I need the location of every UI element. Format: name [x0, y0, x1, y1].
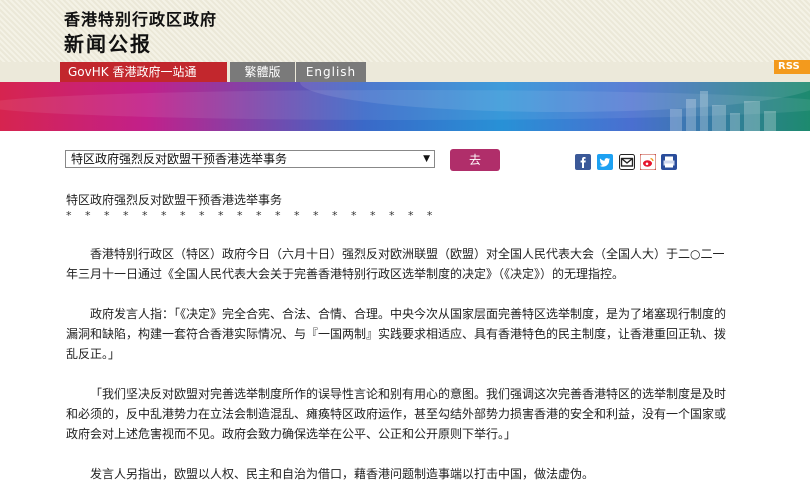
article-body: 特区政府强烈反对欧盟干预香港选举事务 * * * * * * * * * * *…: [66, 190, 726, 484]
press-release-title: 新闻公报: [64, 32, 152, 56]
twitter-icon[interactable]: [597, 154, 613, 170]
article-title: 特区政府强烈反对欧盟干预香港选举事务: [66, 193, 283, 207]
header-banner: [0, 82, 810, 131]
govhk-link[interactable]: GovHK 香港政府一站通: [60, 62, 227, 82]
english-link[interactable]: English: [296, 62, 366, 82]
go-button[interactable]: 去: [450, 149, 500, 171]
rss-link[interactable]: RSS: [774, 60, 810, 74]
dropdown-arrow-icon: ▼: [423, 154, 430, 164]
skyline-graphic: [670, 91, 790, 131]
traditional-chinese-link[interactable]: 繁體版: [230, 62, 295, 82]
government-name: 香港特别行政区政府: [64, 10, 218, 29]
article-paragraph: 政府发言人指：「《决定》完全合宪、合法、合情、合理。中央今次从国家层面完善特区选…: [66, 307, 727, 361]
article-paragraph: 发言人另指出，欧盟以人权、民主和自治为借口，藉香港问题制造事端以打击中国，做法虚…: [90, 467, 595, 481]
site-header: 香港特别行政区政府 新闻公报: [0, 0, 810, 62]
facebook-icon[interactable]: [575, 154, 591, 170]
article-paragraph: 「我们坚决反对欧盟对完善选举制度所作的误导性言论和别有用心的意图。我们强调这次完…: [66, 387, 727, 441]
print-icon[interactable]: [661, 154, 677, 170]
email-icon[interactable]: [619, 154, 635, 170]
select-value: 特区政府强烈反对欧盟干预香港选举事务: [71, 152, 288, 166]
article-paragraph: 香港特别行政区（特区）政府今日（六月十日）强烈反对欧洲联盟（欧盟）对全国人民代表…: [66, 247, 725, 281]
title-separator: * * * * * * * * * * * * * * * * * * * *: [66, 209, 438, 222]
weibo-icon[interactable]: [640, 154, 656, 170]
press-release-select[interactable]: 特区政府强烈反对欧盟干预香港选举事务 ▼: [65, 150, 435, 168]
